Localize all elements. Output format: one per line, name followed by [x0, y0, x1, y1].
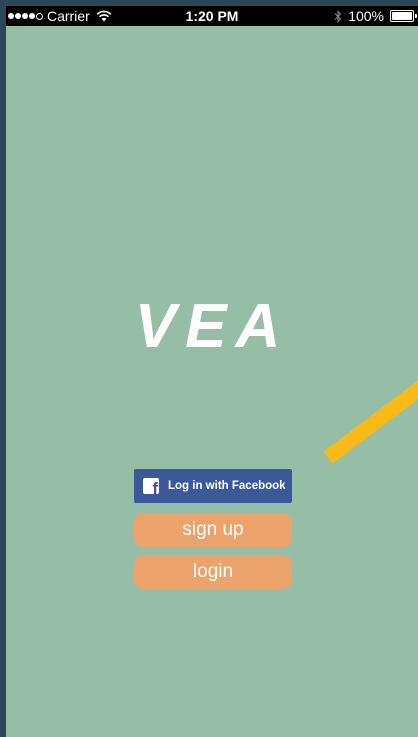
auth-buttons: f Log in with Facebook sign up login — [134, 469, 292, 589]
accent-stripe — [323, 373, 418, 464]
status-right: 100% — [334, 8, 417, 24]
sign-up-button[interactable]: sign up — [134, 513, 292, 547]
facebook-icon: f — [143, 478, 159, 494]
status-bar: Carrier 1:20 PM 100% — [6, 6, 418, 26]
battery-icon — [390, 10, 417, 22]
battery-tip — [415, 14, 417, 18]
battery-percent: 100% — [348, 8, 384, 24]
facebook-login-label: Log in with Facebook — [168, 480, 286, 492]
app-logo: VEA — [134, 292, 290, 361]
battery-fill — [392, 12, 412, 20]
facebook-login-button[interactable]: f Log in with Facebook — [134, 469, 292, 503]
login-button[interactable]: login — [134, 555, 292, 589]
bluetooth-icon — [334, 9, 342, 23]
device-frame: Carrier 1:20 PM 100% VEA f Log in with F… — [0, 0, 418, 737]
app-screen: Carrier 1:20 PM 100% VEA f Log in with F… — [6, 6, 418, 737]
